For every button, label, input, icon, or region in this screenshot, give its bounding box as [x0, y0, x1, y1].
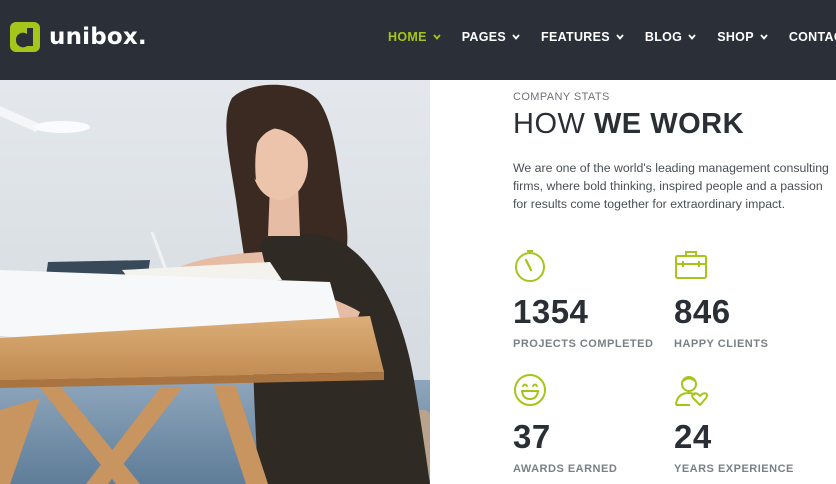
- woman-writing-at-desk-image: [0, 80, 430, 484]
- nav-item-home[interactable]: HOME: [388, 30, 441, 44]
- briefcase-icon: [675, 251, 707, 279]
- company-stats-section: COMPANY STATS HOW WE WORK We are one of …: [513, 80, 836, 484]
- section-description: We are one of the world's leading manage…: [513, 161, 829, 211]
- stat-number: 846: [674, 293, 731, 330]
- nav-item-pages[interactable]: PAGES: [462, 30, 520, 44]
- nav-item-blog[interactable]: BLOG: [645, 30, 696, 44]
- chevron-down-icon: [512, 34, 520, 40]
- title-light-part: HOW: [513, 108, 594, 140]
- nav-item-label: BLOG: [644, 30, 683, 44]
- chevron-down-icon: [433, 34, 441, 40]
- stat-number: 37: [513, 418, 551, 455]
- section-title: HOW WE WORK: [513, 108, 744, 141]
- logo-mark-icon: [10, 22, 40, 52]
- nav-item-label: HOME: [388, 30, 427, 44]
- title-bold-part: WE WORK: [593, 108, 745, 140]
- brand-logo[interactable]: unibox.: [10, 22, 147, 52]
- brand-name: unibox.: [49, 24, 147, 50]
- stat-label: AWARDS EARNED: [513, 463, 618, 475]
- smiley-icon: [514, 374, 546, 406]
- stat-label: YEARS EXPERIENCE: [674, 463, 794, 475]
- stat-label: PROJECTS COMPLETED: [513, 338, 654, 350]
- main-nav: HOME PAGES FEATURES BLOG SHOP CONTACT: [388, 30, 836, 44]
- stat-number: 1354: [513, 293, 589, 330]
- user-heart-icon: [675, 376, 708, 406]
- stat-happy-clients: 846 HAPPY CLIENTS: [674, 248, 834, 350]
- stat-projects-completed: 1354 PROJECTS COMPLETED: [513, 248, 673, 350]
- stat-label: HAPPY CLIENTS: [674, 338, 769, 350]
- chevron-down-icon: [760, 34, 768, 40]
- chevron-down-icon: [688, 34, 696, 40]
- nav-item-label: SHOP: [717, 30, 754, 44]
- chevron-down-icon: [616, 34, 624, 40]
- nav-item-features[interactable]: FEATURES: [541, 30, 624, 44]
- stopwatch-icon: [515, 250, 545, 282]
- stat-number: 24: [674, 418, 712, 455]
- section-kicker: COMPANY STATS: [513, 91, 610, 103]
- nav-item-label: CONTACT: [788, 30, 836, 44]
- stat-awards-earned: 37 AWARDS EARNED: [513, 373, 673, 475]
- nav-item-label: FEATURES: [541, 30, 610, 44]
- stat-years-experience: 24 YEARS EXPERIENCE: [674, 373, 834, 475]
- nav-item-contact[interactable]: CONTACT: [789, 30, 836, 44]
- nav-item-label: PAGES: [461, 30, 507, 44]
- site-header: unibox. HOME PAGES FEATURES BLOG SHOP CO…: [0, 0, 836, 80]
- hero-photo: [0, 80, 430, 484]
- nav-item-shop[interactable]: SHOP: [717, 30, 768, 44]
